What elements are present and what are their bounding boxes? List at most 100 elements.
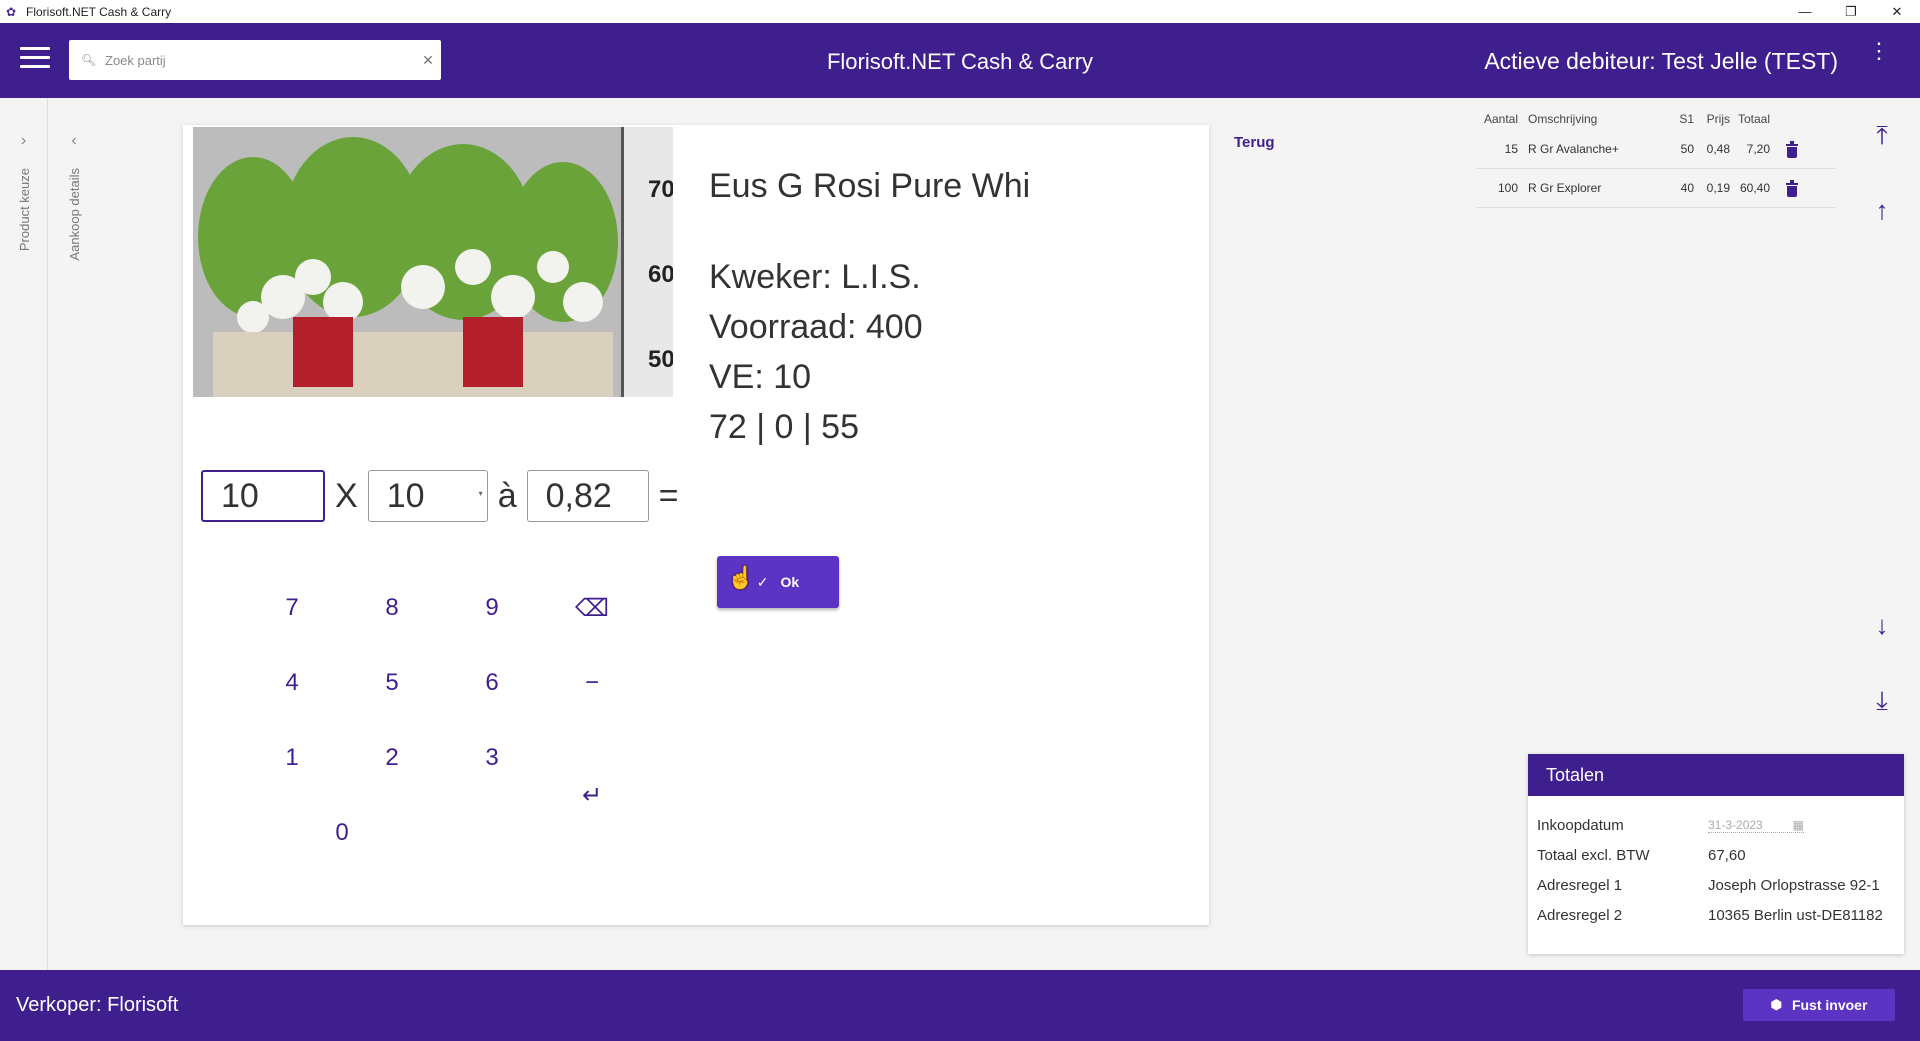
multiply-symbol: X	[335, 476, 358, 515]
fust-invoer-button[interactable]: ⬢ Fust invoer	[1743, 989, 1895, 1021]
fust-invoer-label: Fust invoer	[1791, 997, 1868, 1013]
restore-button[interactable]: ❐	[1828, 0, 1874, 23]
price-input[interactable]: 0,82	[526, 470, 649, 522]
delete-row-button[interactable]	[1770, 176, 1814, 201]
product-keuze-label: Product keuze	[16, 168, 32, 252]
row-totaal: 60,40	[1739, 181, 1770, 195]
check-icon: ✓	[756, 573, 769, 590]
codes-text: 72 | 0 | 55	[709, 408, 859, 446]
ruler-label-60: 60	[648, 261, 673, 288]
verkoper-text: Verkoper: Florisoft	[16, 994, 179, 1016]
row-prijs: 0,19	[1706, 181, 1730, 195]
adres1-row: Adresregel 1 Joseph Orlopstrasse 92-1	[1528, 870, 1904, 900]
scroll-top-icon[interactable]: ⤒	[1864, 117, 1900, 153]
search-box: 🔍︎ ✕	[69, 40, 441, 80]
ruler-label-70: 70	[648, 176, 673, 203]
key-4[interactable]: 4	[262, 658, 322, 708]
key-8[interactable]: 8	[362, 583, 422, 633]
totals-title: Totalen	[1528, 754, 1904, 796]
col-s1: S1	[1679, 112, 1694, 126]
col-aantal: Aantal	[1483, 112, 1518, 126]
aankoop-details-rail[interactable]: ‹ Aankoop details	[49, 98, 99, 970]
inkoopdatum-label: Inkoopdatum	[1537, 816, 1624, 834]
adres2-row: Adresregel 2 10365 Berlin ust-DE81182	[1528, 900, 1904, 930]
ve-text: VE: 10	[709, 358, 812, 396]
row-omschrijving: R Gr Explorer	[1528, 181, 1602, 195]
scroll-bottom-icon[interactable]: ⤓	[1864, 682, 1900, 718]
enter-icon[interactable]: ↵	[562, 770, 622, 820]
chevron-right-icon[interactable]: ›	[0, 132, 47, 150]
row-s1: 50	[1680, 142, 1694, 156]
key-2[interactable]: 2	[362, 733, 422, 783]
col-omschrijving: Omschrijving	[1528, 112, 1598, 126]
adres2-value: 10365 Berlin ust-DE81182	[1708, 906, 1883, 924]
trash-icon	[1786, 179, 1798, 197]
product-info: Kweker: L.I.S. Voorraad: 400 VE: 10 72 |…	[709, 252, 923, 452]
col-totaal: Totaal	[1737, 112, 1770, 126]
quantity-calculation: 10 X 10 ▾ à 0,82 =	[201, 470, 688, 522]
table-row[interactable]: 100 R Gr Explorer 40 0,19 60,40	[1476, 169, 1836, 208]
per-unit-value: 10	[386, 476, 425, 515]
adres2-label: Adresregel 2	[1537, 906, 1623, 924]
terug-link[interactable]: Terug	[1234, 134, 1275, 151]
total-excl-value: 67,60	[1708, 846, 1746, 864]
search-input[interactable]	[105, 52, 415, 68]
key-0[interactable]: 0	[312, 808, 372, 858]
more-options-icon[interactable]: ⋮	[1868, 40, 1890, 62]
product-name: Eus G Rosi Pure Whi	[709, 167, 1031, 205]
key-3[interactable]: 3	[462, 733, 522, 783]
key-1[interactable]: 1	[262, 733, 322, 783]
key-9[interactable]: 9	[462, 583, 522, 633]
ok-label: Ok	[780, 574, 800, 590]
minimize-button[interactable]: —	[1782, 0, 1828, 23]
key-5[interactable]: 5	[362, 658, 422, 708]
adres1-value: Joseph Orlopstrasse 92-1	[1708, 876, 1880, 894]
aankoop-details-label: Aankoop details	[67, 168, 82, 261]
app-title: Florisoft.NET Cash & Carry	[826, 49, 1094, 74]
order-table-header: Aantal Omschrijving S1 Prijs Totaal	[1476, 108, 1836, 130]
total-excl-row: Totaal excl. BTW 67,60	[1528, 840, 1904, 870]
equals-symbol: =	[658, 476, 679, 515]
at-symbol: à	[497, 476, 517, 515]
kweker-text: Kweker: L.I.S.	[709, 258, 921, 296]
total-excl-label: Totaal excl. BTW	[1537, 846, 1650, 864]
window-controls: — ❐ ✕	[1782, 0, 1920, 23]
active-debtor[interactable]: Actieve debiteur: Test Jelle (TEST)	[1484, 48, 1838, 75]
key-7[interactable]: 7	[262, 583, 322, 633]
calendar-icon[interactable]: ▦	[1793, 818, 1804, 832]
window-title: Florisoft.NET Cash & Carry	[26, 4, 172, 19]
hand-cursor-icon: ☝	[727, 565, 755, 590]
trash-icon	[1786, 140, 1798, 158]
key-6[interactable]: 6	[462, 658, 522, 708]
quantity-input[interactable]: 10	[201, 470, 325, 522]
clear-search-icon[interactable]: ✕	[415, 52, 441, 69]
window-titlebar: ✿ Florisoft.NET Cash & Carry — ❐ ✕	[0, 0, 1920, 23]
product-keuze-rail[interactable]: › Product keuze	[0, 98, 48, 970]
app-logo-icon: ✿	[6, 4, 17, 19]
product-photo: 70 60 50	[193, 127, 673, 397]
app-footer: Verkoper: Florisoft ⬢ Fust invoer	[0, 970, 1920, 1041]
row-aantal: 15	[1504, 142, 1518, 156]
per-unit-select[interactable]: 10 ▾	[367, 470, 488, 522]
chevron-left-icon[interactable]: ‹	[49, 132, 99, 150]
package-icon: ⬢	[1770, 997, 1782, 1012]
inkoopdatum-field[interactable]: 31-3-2023 ▦	[1708, 818, 1888, 833]
close-button[interactable]: ✕	[1874, 0, 1920, 23]
totals-panel: Totalen Inkoopdatum 31-3-2023 ▦ Totaal e…	[1528, 754, 1904, 954]
ruler-label-50: 50	[648, 346, 673, 373]
product-card: 70 60 50 Eus G Rosi Pure Whi Kweker: L.I…	[183, 125, 1209, 925]
search-icon: 🔍︎	[81, 53, 97, 67]
voorraad-text: Voorraad: 400	[709, 308, 923, 346]
row-prijs: 0,48	[1706, 142, 1730, 156]
app-header: 🔍︎ ✕ Florisoft.NET Cash & Carry Actieve …	[0, 23, 1920, 98]
backspace-icon[interactable]: ⌫	[562, 583, 622, 633]
row-s1: 40	[1680, 181, 1694, 195]
scroll-down-icon[interactable]: ↓	[1864, 607, 1900, 643]
inkoopdatum-row: Inkoopdatum 31-3-2023 ▦	[1528, 810, 1904, 840]
delete-row-button[interactable]	[1770, 137, 1814, 162]
adres1-label: Adresregel 1	[1537, 876, 1623, 894]
table-row[interactable]: 15 R Gr Avalanche+ 50 0,48 7,20	[1476, 130, 1836, 169]
minus-icon[interactable]: −	[562, 658, 622, 708]
menu-icon[interactable]	[20, 47, 50, 71]
scroll-up-icon[interactable]: ↑	[1864, 192, 1900, 228]
